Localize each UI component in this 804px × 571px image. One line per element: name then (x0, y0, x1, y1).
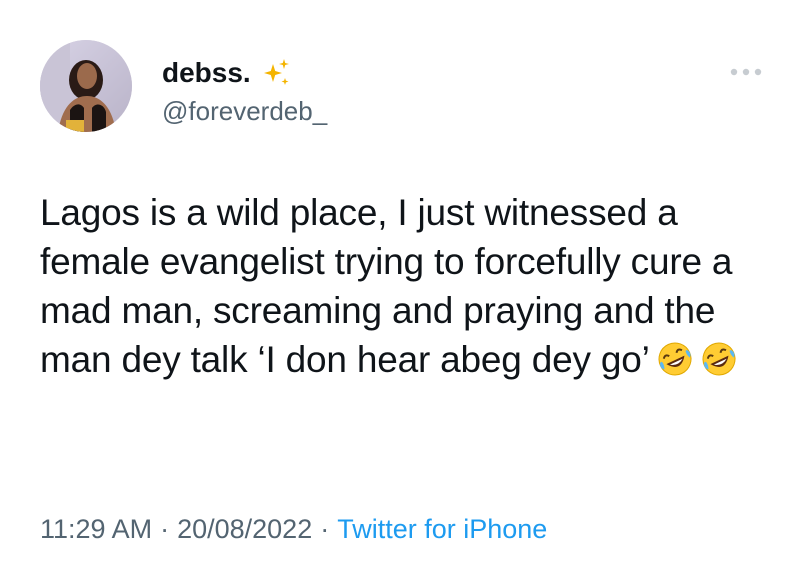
tweet-date[interactable]: 20/08/2022 (177, 514, 312, 544)
meta-separator: · (320, 514, 330, 544)
rolling-on-floor-laughing-emoji-icon (700, 340, 738, 378)
rolling-on-floor-laughing-emoji-icon (656, 340, 694, 378)
tweet-text: Lagos is a wild place, I just witnessed … (40, 188, 785, 384)
tweet-time[interactable]: 11:29 AM (40, 514, 152, 544)
emoji-group (650, 339, 738, 380)
tweet-meta: 11:29 AM · 20/08/2022 · Twitter for iPhone (40, 512, 547, 546)
profile-photo-icon (40, 40, 132, 132)
name-row: debss. (162, 56, 293, 90)
user-handle[interactable]: @foreverdeb_ (162, 96, 327, 126)
meta-separator: · (160, 514, 170, 544)
tweet-body: Lagos is a wild place, I just witnessed … (40, 192, 733, 380)
sparkles-icon (259, 56, 293, 90)
tweet-source-link[interactable]: Twitter for iPhone (337, 514, 547, 544)
display-name[interactable]: debss. (162, 57, 251, 89)
tweet-card: debss. @foreverdeb_ Lagos is a wild plac… (0, 0, 804, 571)
avatar[interactable] (40, 40, 132, 132)
more-options-icon[interactable] (726, 64, 766, 80)
